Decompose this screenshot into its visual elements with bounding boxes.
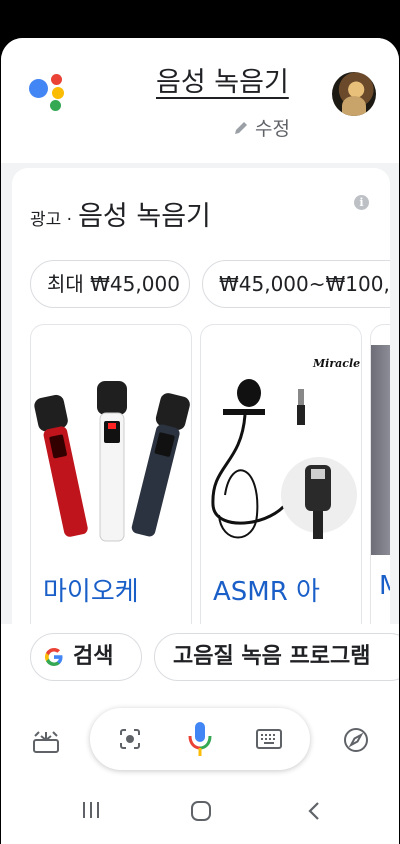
microphone-icon[interactable] [187,720,213,758]
edit-label: 수정 [255,118,290,140]
google-assistant-logo [29,74,73,118]
back-icon[interactable] [306,800,322,822]
price-range-chip[interactable]: ₩45,000~₩100,000 [202,260,390,308]
snapshot-icon[interactable] [31,728,61,754]
suggestion-chip[interactable]: 고음질 녹음 프로그램 [154,633,399,681]
google-g-icon [45,648,63,666]
google-search-chip[interactable]: 검색 [30,633,142,681]
compass-icon[interactable] [342,726,370,754]
assistant-sheet: 음성 녹음기 수정 광고 · 음성 녹음기 i 최대 ₩45,000 ₩45,0… [1,38,399,844]
pencil-icon [235,121,247,134]
ad-title: 음성 녹음기 [78,201,211,232]
spoken-query[interactable]: 음성 녹음기 [156,60,289,99]
home-icon[interactable] [190,800,212,822]
product-card[interactable]: M [370,324,390,638]
assistant-toolbar [1,688,399,844]
product-card[interactable]: Miracle.m ASMR 아 [200,324,362,638]
lens-icon[interactable] [118,727,142,751]
price-filter-chip[interactable]: 최대 ₩45,000 [30,260,190,308]
product-name: ASMR 아 [213,577,320,607]
product-name: 마이오케 [43,577,139,607]
ad-label: 광고 · [30,210,73,230]
ad-header: 광고 · 음성 녹음기 [30,194,211,233]
product-name: M [379,571,390,601]
assistant-header: 음성 녹음기 수정 [1,38,399,163]
recent-apps-icon[interactable] [81,800,101,820]
product-image [371,345,390,555]
lavalier-microphone-image: Miracle.m [201,345,361,555]
karaoke-microphones-image [31,345,191,555]
account-avatar[interactable] [332,72,376,116]
shopping-ad-card: 광고 · 음성 녹음기 i 최대 ₩45,000 ₩45,000~₩100,00… [12,168,390,638]
info-icon[interactable]: i [354,195,369,210]
edit-query-button[interactable]: 수정 [233,114,290,141]
suggestion-bar: 검색 고음질 녹음 프로그램 [1,624,399,688]
search-chip-label: 검색 [73,644,114,669]
product-card[interactable]: 마이오케 [30,324,192,638]
input-pill [90,708,310,770]
brand-label: Miracle.m [312,357,362,370]
keyboard-icon[interactable] [256,729,282,749]
